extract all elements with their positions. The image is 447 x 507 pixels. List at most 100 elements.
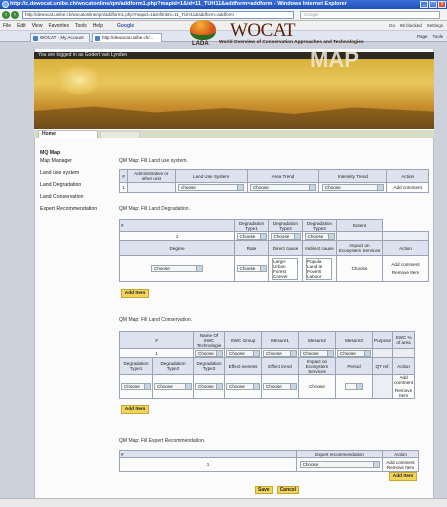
menu-tools[interactable]: Tools [75,23,87,29]
remove-item-link[interactable]: Remove Item [384,270,427,275]
col-header: Effect trend [261,357,299,375]
extent-cell[interactable] [336,231,383,241]
col-header: Degradation Type3 [193,357,225,375]
swc-area-cell[interactable] [371,348,394,358]
menu-help[interactable]: Help [93,23,103,29]
menu-view[interactable]: View [32,23,43,29]
form-actions: Save Cancel [255,486,300,494]
sidebar-item-expert-recommendation[interactable]: Expert Recommendation [40,206,116,212]
popup-blocked-label[interactable]: 86 blocked [400,23,422,28]
site-banner [34,59,434,129]
menu-file[interactable]: File [3,23,11,29]
mesure2-select[interactable]: Choose [263,349,297,357]
add-item-button[interactable]: Add Item [389,472,417,481]
page-menu[interactable]: Page [417,34,428,39]
add-comment-link[interactable]: Add comment [384,460,417,465]
mesure3-select[interactable]: Choose [300,349,334,357]
degradation-type1-select[interactable]: Choose [236,232,267,240]
back-icon[interactable]: ‹ [2,11,10,19]
menu-edit[interactable]: Edit [17,23,26,29]
wocat-subtitle: World Overview of Conservation Approache… [219,40,364,45]
col-header: Direct cause [268,240,303,256]
col-header: Land Use System [174,169,248,183]
land-degradation-table: # Degradation Type1 Degradation Type2 De… [119,219,429,282]
table-row: 1 Choose Add comment Remove Item [118,457,419,472]
sidebar-item-land-degradation[interactable]: Land Degradation [40,182,116,188]
search-input[interactable]: Google [300,11,440,19]
qt-ref-cell[interactable] [371,374,394,399]
cancel-button[interactable]: Cancel [276,486,300,494]
add-comment-link[interactable]: Add comment [394,375,413,385]
swc-group-select[interactable]: Choose [195,349,223,357]
spacer-cell [382,231,429,241]
remove-item-link[interactable]: Remove Item [384,465,417,470]
sidebar-item-land-use[interactable]: Land use system [40,170,116,176]
rate-select[interactable]: Choose [236,265,267,272]
sidebar-item-map-manager[interactable]: Map Manager [40,158,116,164]
col-header: Action [386,169,429,183]
cons-degradation-type2-select[interactable]: Choose [154,383,192,390]
col-header: Degradation Type3 [302,219,337,232]
tab-home[interactable]: Home [38,130,98,138]
add-comment-link[interactable]: Add comment [384,262,427,267]
banner-landscape [34,106,434,129]
degradation-type2-select[interactable]: Choose [270,232,301,240]
add-item-button[interactable]: Add Item [121,289,149,298]
page-favicon-icon [33,36,38,41]
url-input[interactable]: http://dewocat.unibe.ch/wocatonline/qm/a… [22,11,294,19]
expert-recommendation-title: QM Map: Fill Expert Recommendation. [119,438,206,444]
col-header: Effect-iveness [224,357,262,375]
add-item-button[interactable]: Add Item [121,405,149,414]
mesure1-select[interactable]: Choose [226,349,260,357]
forward-icon[interactable]: › [11,11,19,19]
direct-cause-listbox[interactable]: Large- Urban Forest Conver [272,257,298,280]
sidebar-item-mq-map[interactable]: MQ Map [40,150,116,156]
internet-explorer-icon [2,1,9,8]
cons-impact-select[interactable]: Choose [298,374,336,399]
admin-unit-cell[interactable] [126,182,176,193]
tools-menu[interactable]: Tools [432,34,443,39]
cons-degradation-type1-select[interactable]: Choose [121,383,151,390]
address-bar: ‹ › http://dewocat.unibe.ch/wocatonline/… [0,9,447,21]
browser-tab-account[interactable]: WOCAT - My Account [30,33,90,42]
remove-item-link[interactable]: Remove Item [394,388,413,398]
effect-trend-select[interactable]: Choose [263,383,297,390]
degradation-type3-select[interactable]: Choose [304,232,335,240]
settings-menu[interactable]: Settings [427,23,443,28]
table-row: 1 Choose Choose Choose [119,231,429,241]
banner-sun [54,65,104,95]
col-header: # [119,169,128,183]
expert-recommendation-select[interactable]: Choose [299,461,380,468]
col-header: Impact on Ecosystem Services [298,357,336,375]
row-number: 1 [119,182,128,193]
area-trend-select[interactable]: Choose [249,184,316,191]
save-button[interactable]: Save [255,486,273,494]
list-option[interactable]: Conver [273,274,297,279]
intensity-trend-select[interactable]: Choose [321,184,384,191]
maximize-button[interactable]: □ [429,1,437,8]
indirect-cause-listbox[interactable]: Popula Land te Poverti Labour [306,257,332,280]
col-header: Rate [234,240,269,256]
col-header: Impact on Ecosystem Services [336,240,383,256]
browser-tab-current[interactable]: http://dewocat.unibe.ch/... [92,33,162,42]
cons-degradation-type3-select[interactable]: Choose [195,383,223,390]
table-row: Choose Choose Large- Urban Forest Conver… [119,255,429,282]
col-header: Mesure2 [298,331,336,349]
close-button[interactable]: x [438,1,446,8]
minimize-button[interactable]: _ [420,1,428,8]
go-button[interactable]: Go [389,23,395,28]
add-comment-link[interactable]: Add comment [386,182,429,193]
period-select[interactable] [345,383,363,390]
effectiveness-select[interactable]: Choose [226,383,260,390]
impact-select[interactable]: Choose [336,255,383,282]
menu-favorites[interactable]: Favorites [48,23,69,29]
purpose-select[interactable]: Choose [337,349,371,357]
col-header: Degradation Type2 [152,357,194,375]
degree-select[interactable]: Choose [151,265,203,272]
sidebar-item-land-conservation[interactable]: Land Conservation [40,194,116,200]
list-option[interactable]: Labour [307,274,331,279]
land-use-select[interactable]: choose [178,184,245,191]
tab-secondary[interactable] [100,131,140,138]
google-toolbar-label[interactable]: Google [117,23,134,29]
land-use-table: # Administrative or other unit Land Use … [119,169,429,193]
